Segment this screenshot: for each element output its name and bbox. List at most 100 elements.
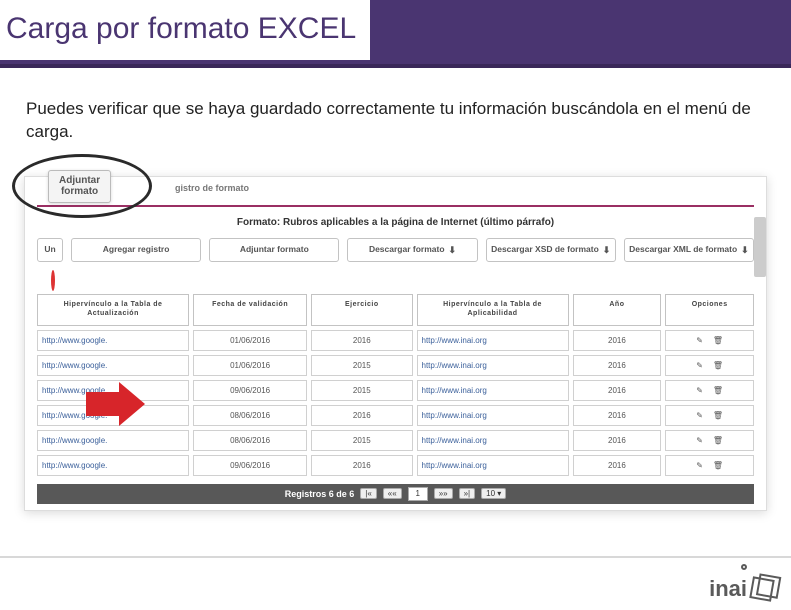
cell-link2[interactable]: http://www.inai.org (417, 330, 569, 351)
edit-icon[interactable]: ✎ (696, 361, 703, 370)
table-row: http://www.google.08/06/20162016http://w… (25, 405, 766, 426)
app-panel: gistro de formato Formato: Rubros aplica… (24, 176, 767, 511)
footer-divider (0, 556, 791, 558)
table-row: http://www.google.08/06/20162015http://w… (25, 430, 766, 451)
cell-ejercicio: 2015 (311, 380, 412, 401)
table-row: http://www.google.09/06/20162015http://w… (25, 380, 766, 401)
cell-fecha: 09/06/2016 (193, 380, 307, 401)
cell-link1[interactable]: http://www.google. (37, 430, 189, 451)
cell-opciones: ✎🗑 (665, 330, 754, 351)
breadcrumb-fragment: gistro de formato (175, 183, 249, 193)
delete-icon[interactable]: 🗑 (713, 436, 723, 445)
table-body: http://www.google.01/06/20162016http://w… (25, 330, 766, 476)
slide-instruction: Puedes verificar que se haya guardado co… (0, 68, 791, 154)
panel-title: Formato: Rubros aplicables a la página d… (25, 213, 766, 238)
cell-fecha: 01/06/2016 (193, 330, 307, 351)
delete-icon[interactable]: 🗑 (713, 336, 723, 345)
col-hipervinculo-actualizacion[interactable]: Hipervínculo a la Tabla de Actualización (37, 294, 189, 326)
delete-icon[interactable]: 🗑 (713, 361, 723, 370)
descargar-xml-button[interactable]: Descargar XML de formato ⬇ (624, 238, 754, 262)
panel-divider (37, 205, 754, 207)
col-opciones: Opciones (665, 294, 754, 326)
tab-label-line1: Adjuntar (59, 175, 100, 187)
table-row: http://www.google.01/06/20162016http://w… (25, 330, 766, 351)
cell-anio: 2016 (573, 330, 662, 351)
pager-first-button[interactable]: |« (360, 488, 377, 499)
pager-next-button[interactable]: »» (434, 488, 453, 499)
descargar-xml-label: Descargar XML de formato (629, 245, 737, 255)
pager-label: Registros 6 de 6 (285, 489, 355, 499)
table-row: http://www.google.01/06/20162015http://w… (25, 355, 766, 376)
cell-fecha: 01/06/2016 (193, 355, 307, 376)
cell-link2[interactable]: http://www.inai.org (417, 405, 569, 426)
cell-anio: 2016 (573, 405, 662, 426)
cell-link1[interactable]: http://www.google. (37, 455, 189, 476)
logo-cube-icon (749, 576, 774, 601)
cell-anio: 2016 (573, 380, 662, 401)
cell-anio: 2016 (573, 430, 662, 451)
logo-text: inai (709, 576, 747, 602)
download-icon: ⬇ (449, 245, 457, 255)
cell-opciones: ✎🗑 (665, 405, 754, 426)
cell-link1[interactable]: http://www.google. (37, 405, 189, 426)
cell-link2[interactable]: http://www.inai.org (417, 380, 569, 401)
cell-link1[interactable]: http://www.google. (37, 355, 189, 376)
cell-fecha: 08/06/2016 (193, 430, 307, 451)
pager-prev-button[interactable]: «« (383, 488, 402, 499)
col-ejercicio[interactable]: Ejercicio (311, 294, 412, 326)
cell-ejercicio: 2015 (311, 430, 412, 451)
embedded-screenshot: Adjuntar formato gistro de formato Forma… (24, 176, 767, 511)
delete-icon[interactable]: 🗑 (713, 461, 723, 470)
agregar-registro-button[interactable]: Agregar registro (71, 238, 201, 262)
cell-link2[interactable]: http://www.inai.org (417, 455, 569, 476)
cell-ejercicio: 2016 (311, 330, 412, 351)
edit-icon[interactable]: ✎ (696, 411, 703, 420)
vertical-scrollbar[interactable] (754, 217, 766, 277)
pager-size-select[interactable]: 10 ▾ (481, 488, 506, 499)
cell-fecha: 08/06/2016 (193, 405, 307, 426)
col-anio[interactable]: Año (573, 294, 662, 326)
cell-ejercicio: 2016 (311, 455, 412, 476)
cell-anio: 2016 (573, 455, 662, 476)
cell-fecha: 09/06/2016 (193, 455, 307, 476)
table-header: Hipervínculo a la Tabla de Actualización… (25, 294, 766, 326)
download-icon: ⬇ (741, 245, 749, 255)
table-row: http://www.google.09/06/20162016http://w… (25, 455, 766, 476)
slide-title-bar: Carga por formato EXCEL (0, 0, 791, 68)
cell-opciones: ✎🗑 (665, 355, 754, 376)
cell-ejercicio: 2015 (311, 355, 412, 376)
edit-icon[interactable]: ✎ (696, 336, 703, 345)
delete-icon[interactable]: 🗑 (713, 386, 723, 395)
descargar-xsd-button[interactable]: Descargar XSD de formato ⬇ (486, 238, 616, 262)
col-hipervinculo-aplicabilidad[interactable]: Hipervínculo a la Tabla de Aplicabilidad (417, 294, 569, 326)
edit-icon[interactable]: ✎ (696, 461, 703, 470)
tab-adjuntar-formato[interactable]: Adjuntar formato (48, 170, 111, 203)
cell-ejercicio: 2016 (311, 405, 412, 426)
edit-icon[interactable]: ✎ (696, 436, 703, 445)
download-icon: ⬇ (603, 245, 611, 255)
cell-link1[interactable]: http://www.google. (37, 380, 189, 401)
cell-link2[interactable]: http://www.inai.org (417, 430, 569, 451)
cell-opciones: ✎🗑 (665, 380, 754, 401)
inai-logo: inai (709, 576, 773, 602)
col-fecha-validacion[interactable]: Fecha de validación (193, 294, 307, 326)
descargar-xsd-label: Descargar XSD de formato (491, 245, 599, 255)
cell-opciones: ✎🗑 (665, 455, 754, 476)
status-indicator-icon (51, 270, 55, 291)
pager-page-input[interactable] (408, 487, 428, 501)
toolbar: Un Agregar registro Adjuntar formato Des… (25, 238, 766, 272)
edit-icon[interactable]: ✎ (696, 386, 703, 395)
cell-anio: 2016 (573, 355, 662, 376)
slide-title: Carga por formato EXCEL (0, 0, 370, 60)
pager-last-button[interactable]: »| (459, 488, 476, 499)
cell-link1[interactable]: http://www.google. (37, 330, 189, 351)
cell-link2[interactable]: http://www.inai.org (417, 355, 569, 376)
adjuntar-formato-button[interactable]: Adjuntar formato (209, 238, 339, 262)
descargar-formato-label: Descargar formato (369, 245, 445, 255)
unir-button[interactable]: Un (37, 238, 63, 262)
cell-opciones: ✎🗑 (665, 430, 754, 451)
descargar-formato-button[interactable]: Descargar formato ⬇ (347, 238, 477, 262)
delete-icon[interactable]: 🗑 (713, 411, 723, 420)
pagination-bar: Registros 6 de 6 |« «« »» »| 10 ▾ (37, 484, 754, 504)
tab-label-line2: formato (59, 186, 100, 198)
